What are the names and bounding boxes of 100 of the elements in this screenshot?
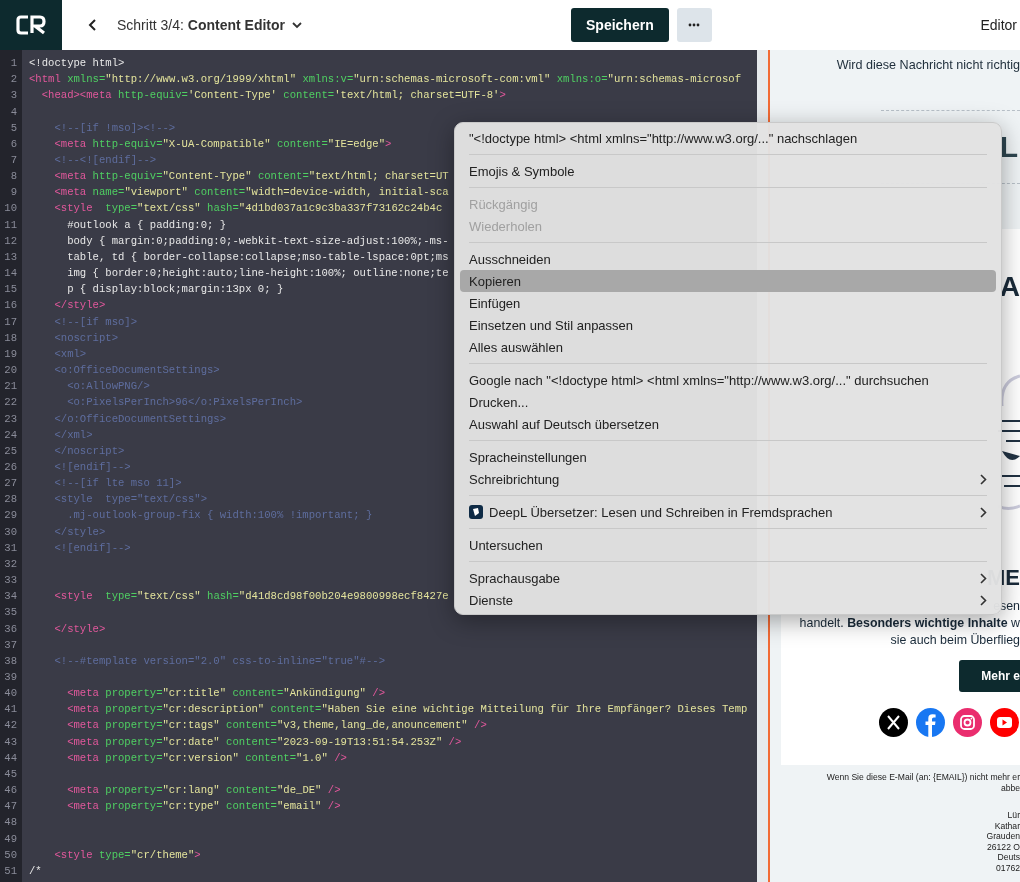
menu-item[interactable]: Ausschneiden — [460, 248, 996, 270]
line-number: 27 — [3, 477, 18, 490]
code-line: <!--<![endif]--> — [53, 154, 157, 166]
code-line: <!doctype html> — [29, 57, 125, 70]
address-text: Deuts — [997, 852, 1020, 863]
save-button[interactable]: Speichern — [571, 8, 669, 42]
line-number: 30 — [3, 525, 18, 538]
line-number: 2 — [9, 73, 18, 86]
line-number: 7 — [9, 154, 18, 166]
line-number: 25 — [3, 444, 18, 457]
code-line: </noscript> — [53, 444, 125, 457]
translator-icon — [469, 505, 483, 519]
youtube-icon[interactable] — [990, 708, 1019, 737]
code-line: </style> — [53, 299, 106, 312]
line-number: 36 — [3, 622, 18, 635]
code-line: <!--[if !mso]><!--> — [53, 121, 176, 134]
line-number: 41 — [3, 703, 18, 716]
headline: A — [999, 271, 1020, 303]
line-number: 1 — [9, 57, 18, 70]
code-line: p { display:block;margin:13px 0; } — [66, 283, 284, 296]
line-number: 31 — [3, 541, 18, 554]
code-line: <meta http-equiv="Content-Type" content="text/html; charset=UT — [53, 170, 449, 183]
code-line: <o:PixelsPerInch>96</o:PixelsPerInch> — [66, 396, 303, 409]
code-line: </style> — [53, 622, 106, 635]
code-line: <o:OfficeDocumentSettings> — [53, 364, 220, 377]
menu-item[interactable]: DeepL Übersetzer: Lesen und Schreiben in Fremdsprachen — [460, 501, 996, 523]
line-number: 11 — [3, 218, 18, 231]
code-line: <xml> — [53, 347, 87, 360]
menu-item[interactable]: Dienste — [460, 589, 996, 611]
x-icon[interactable] — [879, 708, 908, 737]
code-line: <style type="text/css" hash="4d1bd037a1c9c3ba337f73162c24b4c — [53, 202, 443, 215]
menu-item[interactable]: Spracheinstellungen — [460, 446, 996, 468]
menu-item[interactable]: Auswahl auf Deutsch übersetzen — [460, 413, 996, 435]
line-number: 3 — [9, 89, 18, 102]
code-line: <meta http-equiv="X-UA-Compatible" content="IE=edge"> — [53, 137, 392, 150]
menu-item[interactable]: Untersuchen — [460, 534, 996, 556]
line-number: 46 — [3, 784, 18, 797]
step-dropdown[interactable]: Schritt 3/4: Content Editor — [117, 17, 303, 33]
address-text: Lür — [1007, 810, 1020, 821]
line-number: 51 — [3, 864, 18, 877]
address-text: Grauden — [986, 831, 1020, 842]
code-line: <meta property="cr:version" content="1.0" /> — [66, 751, 347, 764]
code-line: <!--[if mso]> — [53, 315, 138, 328]
more-icon[interactable] — [676, 8, 712, 42]
menu-item[interactable]: Sprachausgabe — [460, 567, 996, 589]
address-text: 26122 O — [987, 841, 1020, 852]
line-number: 21 — [3, 380, 18, 393]
code-line: <meta property="cr:lang" content="de_DE" /> — [66, 784, 341, 797]
code-line: <head><meta http-equiv='Content-Type' content='text/html; charset=UTF-8'> — [40, 89, 506, 102]
footer-text: Wenn Sie diese E-Mail (an: {EMAIL}) nicht mehr er — [826, 772, 1020, 783]
code-line: </o:OfficeDocumentSettings> — [53, 412, 227, 425]
line-number: 35 — [3, 606, 18, 619]
line-number: 32 — [3, 557, 18, 570]
line-number: 40 — [3, 687, 18, 700]
menu-item[interactable]: Google nach "<!doctype html> <html xmlns="http://www.w3.org/..." durchsuchen — [460, 369, 996, 391]
code-line: <meta property="cr:date" content="2023-09-19T13:51:54.253Z" /> — [66, 735, 462, 748]
line-number: 50 — [3, 848, 18, 861]
menu-item[interactable]: Kopieren — [460, 270, 996, 292]
line-number: 13 — [3, 250, 18, 263]
code-line: <style type="text/css"> — [53, 493, 207, 506]
line-number: 10 — [3, 202, 18, 215]
line-number: 12 — [3, 234, 18, 247]
preheader-text: Wird diese Nachricht nicht richtig — [836, 58, 1020, 74]
line-number: 34 — [3, 590, 18, 603]
view-label[interactable]: Editor — [980, 17, 1017, 33]
menu-item[interactable]: Einsetzen und Stil anpassen — [460, 314, 996, 336]
menu-item[interactable]: Emojis & Symbole — [460, 160, 996, 182]
line-number: 42 — [3, 719, 18, 732]
code-line: <meta property="cr:tags" content="v3,theme,lang_de,anouncement" /> — [66, 719, 487, 732]
line-number: 26 — [3, 461, 18, 473]
menu-item[interactable]: "<!doctype html> <html xmlns="http://www.w3.org/..." nachschlagen — [460, 127, 996, 149]
line-number: 4 — [9, 105, 18, 118]
line-number: 48 — [3, 816, 18, 829]
code-line: <html xmlns="http://www.w3.org/1999/xhtml" xmlns:v="urn:schemas-microsoft-com:vml" xmlns:o="urn:schemas-microsof — [29, 73, 742, 86]
code-line: <style type="cr/theme"> — [53, 848, 201, 861]
code-line: <meta property="cr:title" content="Ankündigung" /> — [66, 687, 386, 700]
line-number: 44 — [3, 751, 18, 764]
code-line: .mj-outlook-group-fix { width:100% !important; } — [66, 509, 373, 522]
code-line: <o:AllowPNG/> — [66, 380, 150, 393]
line-number: 29 — [3, 509, 18, 522]
line-number: 38 — [3, 654, 18, 667]
line-number: 47 — [3, 800, 18, 813]
code-line: <![endif]--> — [53, 541, 131, 554]
line-number: 33 — [3, 574, 18, 587]
instagram-icon[interactable] — [953, 708, 982, 737]
menu-item[interactable]: Einfügen — [460, 292, 996, 314]
chevron-down-icon[interactable] — [292, 21, 303, 29]
body-text: handelt. Besonders wichtige Inhalte w — [799, 615, 1020, 630]
footer-text: abbe — [1000, 782, 1020, 793]
code-line: <meta property="cr:description" content="Haben Sie eine wichtige Mitteilung für Ihre Empfänger? Dieses Temp — [66, 703, 748, 716]
menu-item[interactable]: Alles auswählen — [460, 336, 996, 358]
facebook-icon[interactable] — [916, 708, 945, 737]
code-line: </xml> — [53, 428, 93, 441]
menu-item[interactable]: Drucken... — [460, 391, 996, 413]
menu-item[interactable]: Schreibrichtung — [460, 468, 996, 490]
line-number: 37 — [3, 638, 18, 651]
code-line: <meta property="cr:type" content="email" /> — [66, 800, 341, 813]
code-line: img { border:0;height:auto;line-height:100%; outline:none;te — [66, 267, 449, 280]
line-number: 9 — [9, 186, 18, 199]
more-button[interactable]: Mehr e — [959, 660, 1020, 692]
